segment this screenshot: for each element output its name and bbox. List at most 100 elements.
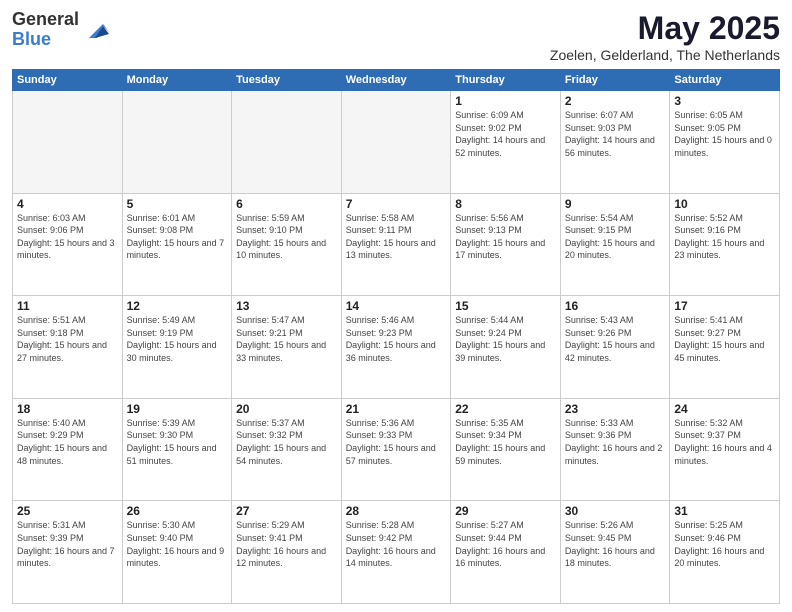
calendar-header-sunday: Sunday <box>13 70 123 91</box>
day-info: Sunrise: 5:25 AMSunset: 9:46 PMDaylight:… <box>674 519 775 569</box>
day-info: Sunrise: 5:58 AMSunset: 9:11 PMDaylight:… <box>346 212 447 262</box>
calendar-cell: 14Sunrise: 5:46 AMSunset: 9:23 PMDayligh… <box>341 296 451 399</box>
calendar-cell: 6Sunrise: 5:59 AMSunset: 9:10 PMDaylight… <box>232 193 342 296</box>
subtitle: Zoelen, Gelderland, The Netherlands <box>550 47 780 63</box>
day-number: 15 <box>455 299 556 313</box>
main-title: May 2025 <box>550 10 780 47</box>
day-info: Sunrise: 6:03 AMSunset: 9:06 PMDaylight:… <box>17 212 118 262</box>
calendar-cell: 27Sunrise: 5:29 AMSunset: 9:41 PMDayligh… <box>232 501 342 604</box>
logo-general: General <box>12 10 79 30</box>
calendar-week-1: 4Sunrise: 6:03 AMSunset: 9:06 PMDaylight… <box>13 193 780 296</box>
calendar-cell: 3Sunrise: 6:05 AMSunset: 9:05 PMDaylight… <box>670 91 780 194</box>
day-number: 21 <box>346 402 447 416</box>
day-info: Sunrise: 6:05 AMSunset: 9:05 PMDaylight:… <box>674 109 775 159</box>
calendar-cell: 28Sunrise: 5:28 AMSunset: 9:42 PMDayligh… <box>341 501 451 604</box>
calendar-cell: 18Sunrise: 5:40 AMSunset: 9:29 PMDayligh… <box>13 398 123 501</box>
day-number: 5 <box>127 197 228 211</box>
calendar-week-3: 18Sunrise: 5:40 AMSunset: 9:29 PMDayligh… <box>13 398 780 501</box>
day-info: Sunrise: 5:56 AMSunset: 9:13 PMDaylight:… <box>455 212 556 262</box>
calendar-cell: 15Sunrise: 5:44 AMSunset: 9:24 PMDayligh… <box>451 296 561 399</box>
day-number: 18 <box>17 402 118 416</box>
day-number: 6 <box>236 197 337 211</box>
calendar-cell: 13Sunrise: 5:47 AMSunset: 9:21 PMDayligh… <box>232 296 342 399</box>
day-number: 22 <box>455 402 556 416</box>
calendar-cell <box>122 91 232 194</box>
day-info: Sunrise: 5:49 AMSunset: 9:19 PMDaylight:… <box>127 314 228 364</box>
day-info: Sunrise: 5:40 AMSunset: 9:29 PMDaylight:… <box>17 417 118 467</box>
calendar-header-row: SundayMondayTuesdayWednesdayThursdayFrid… <box>13 70 780 91</box>
logo: General Blue <box>12 10 111 50</box>
calendar-cell: 20Sunrise: 5:37 AMSunset: 9:32 PMDayligh… <box>232 398 342 501</box>
calendar-header-thursday: Thursday <box>451 70 561 91</box>
page: General Blue May 2025 Zoelen, Gelderland… <box>0 0 792 612</box>
day-number: 8 <box>455 197 556 211</box>
calendar-cell: 30Sunrise: 5:26 AMSunset: 9:45 PMDayligh… <box>560 501 670 604</box>
day-info: Sunrise: 5:31 AMSunset: 9:39 PMDaylight:… <box>17 519 118 569</box>
calendar-header-friday: Friday <box>560 70 670 91</box>
calendar-cell: 21Sunrise: 5:36 AMSunset: 9:33 PMDayligh… <box>341 398 451 501</box>
calendar-cell: 2Sunrise: 6:07 AMSunset: 9:03 PMDaylight… <box>560 91 670 194</box>
day-info: Sunrise: 5:30 AMSunset: 9:40 PMDaylight:… <box>127 519 228 569</box>
day-info: Sunrise: 5:29 AMSunset: 9:41 PMDaylight:… <box>236 519 337 569</box>
calendar-cell <box>232 91 342 194</box>
day-number: 31 <box>674 504 775 518</box>
day-number: 1 <box>455 94 556 108</box>
calendar-cell: 23Sunrise: 5:33 AMSunset: 9:36 PMDayligh… <box>560 398 670 501</box>
day-number: 19 <box>127 402 228 416</box>
day-number: 25 <box>17 504 118 518</box>
logo-blue: Blue <box>12 30 79 50</box>
calendar-week-4: 25Sunrise: 5:31 AMSunset: 9:39 PMDayligh… <box>13 501 780 604</box>
day-info: Sunrise: 5:37 AMSunset: 9:32 PMDaylight:… <box>236 417 337 467</box>
calendar-cell: 5Sunrise: 6:01 AMSunset: 9:08 PMDaylight… <box>122 193 232 296</box>
calendar-cell: 8Sunrise: 5:56 AMSunset: 9:13 PMDaylight… <box>451 193 561 296</box>
day-number: 24 <box>674 402 775 416</box>
day-info: Sunrise: 5:52 AMSunset: 9:16 PMDaylight:… <box>674 212 775 262</box>
calendar-cell: 25Sunrise: 5:31 AMSunset: 9:39 PMDayligh… <box>13 501 123 604</box>
calendar-table: SundayMondayTuesdayWednesdayThursdayFrid… <box>12 69 780 604</box>
day-number: 11 <box>17 299 118 313</box>
day-number: 29 <box>455 504 556 518</box>
calendar-cell: 31Sunrise: 5:25 AMSunset: 9:46 PMDayligh… <box>670 501 780 604</box>
day-info: Sunrise: 5:43 AMSunset: 9:26 PMDaylight:… <box>565 314 666 364</box>
day-info: Sunrise: 5:41 AMSunset: 9:27 PMDaylight:… <box>674 314 775 364</box>
day-info: Sunrise: 5:51 AMSunset: 9:18 PMDaylight:… <box>17 314 118 364</box>
calendar-cell: 29Sunrise: 5:27 AMSunset: 9:44 PMDayligh… <box>451 501 561 604</box>
day-number: 10 <box>674 197 775 211</box>
day-info: Sunrise: 5:35 AMSunset: 9:34 PMDaylight:… <box>455 417 556 467</box>
calendar-cell: 16Sunrise: 5:43 AMSunset: 9:26 PMDayligh… <box>560 296 670 399</box>
day-number: 23 <box>565 402 666 416</box>
day-number: 27 <box>236 504 337 518</box>
day-number: 4 <box>17 197 118 211</box>
calendar-cell <box>341 91 451 194</box>
calendar-cell: 10Sunrise: 5:52 AMSunset: 9:16 PMDayligh… <box>670 193 780 296</box>
calendar-header-saturday: Saturday <box>670 70 780 91</box>
calendar-cell <box>13 91 123 194</box>
day-number: 16 <box>565 299 666 313</box>
title-block: May 2025 Zoelen, Gelderland, The Netherl… <box>550 10 780 63</box>
day-info: Sunrise: 6:09 AMSunset: 9:02 PMDaylight:… <box>455 109 556 159</box>
day-info: Sunrise: 5:27 AMSunset: 9:44 PMDaylight:… <box>455 519 556 569</box>
day-number: 7 <box>346 197 447 211</box>
calendar-cell: 22Sunrise: 5:35 AMSunset: 9:34 PMDayligh… <box>451 398 561 501</box>
logo-text: General Blue <box>12 10 79 50</box>
day-number: 13 <box>236 299 337 313</box>
day-info: Sunrise: 5:47 AMSunset: 9:21 PMDaylight:… <box>236 314 337 364</box>
day-info: Sunrise: 5:39 AMSunset: 9:30 PMDaylight:… <box>127 417 228 467</box>
day-info: Sunrise: 5:46 AMSunset: 9:23 PMDaylight:… <box>346 314 447 364</box>
calendar-cell: 1Sunrise: 6:09 AMSunset: 9:02 PMDaylight… <box>451 91 561 194</box>
day-number: 28 <box>346 504 447 518</box>
calendar-cell: 9Sunrise: 5:54 AMSunset: 9:15 PMDaylight… <box>560 193 670 296</box>
day-number: 14 <box>346 299 447 313</box>
day-number: 26 <box>127 504 228 518</box>
day-info: Sunrise: 5:36 AMSunset: 9:33 PMDaylight:… <box>346 417 447 467</box>
day-info: Sunrise: 5:59 AMSunset: 9:10 PMDaylight:… <box>236 212 337 262</box>
calendar-cell: 7Sunrise: 5:58 AMSunset: 9:11 PMDaylight… <box>341 193 451 296</box>
day-info: Sunrise: 5:26 AMSunset: 9:45 PMDaylight:… <box>565 519 666 569</box>
day-number: 17 <box>674 299 775 313</box>
calendar-cell: 17Sunrise: 5:41 AMSunset: 9:27 PMDayligh… <box>670 296 780 399</box>
day-info: Sunrise: 6:07 AMSunset: 9:03 PMDaylight:… <box>565 109 666 159</box>
calendar-cell: 26Sunrise: 5:30 AMSunset: 9:40 PMDayligh… <box>122 501 232 604</box>
logo-icon <box>81 16 111 46</box>
day-number: 9 <box>565 197 666 211</box>
day-info: Sunrise: 5:33 AMSunset: 9:36 PMDaylight:… <box>565 417 666 467</box>
